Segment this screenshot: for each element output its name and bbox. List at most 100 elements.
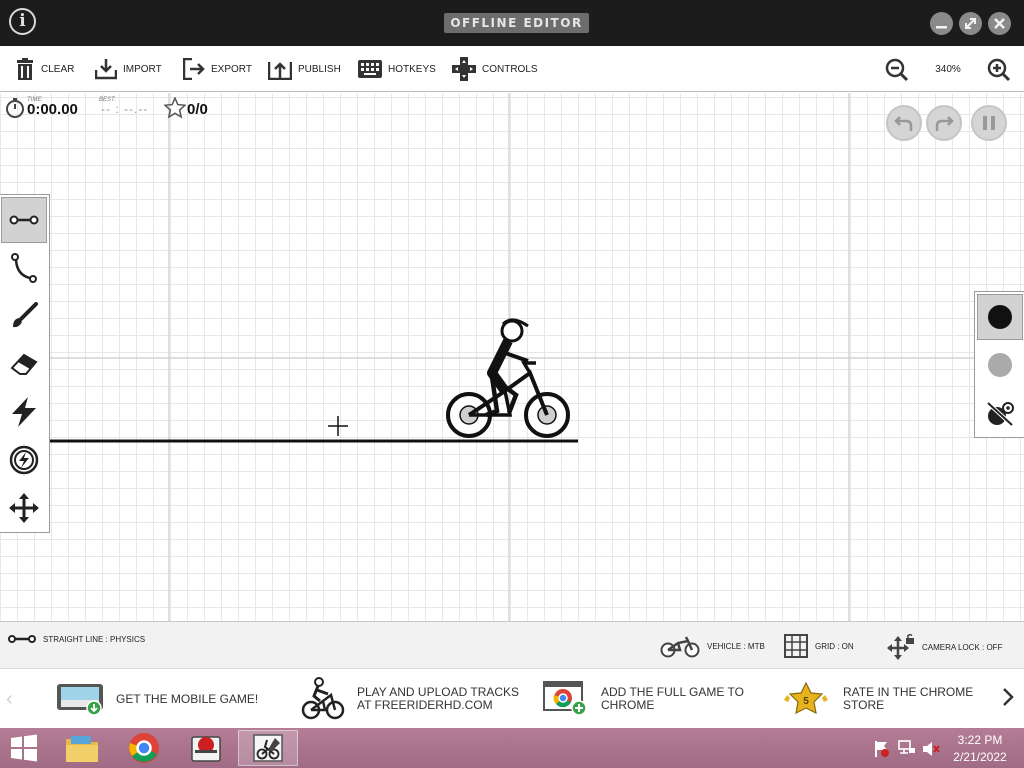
promo-rate[interactable]: 5 RATE IN THE CHROME STORE — [781, 676, 973, 722]
pause-button[interactable] — [971, 105, 1007, 141]
editor-app-icon — [253, 734, 283, 762]
promo-chrome-text: ADD THE FULL GAME TO CHROME — [601, 686, 744, 712]
grid-toggle[interactable]: GRID : ON — [784, 634, 854, 658]
taskbar-chrome[interactable] — [114, 730, 174, 766]
close-button[interactable] — [988, 12, 1011, 35]
scenery-line-option[interactable] — [977, 342, 1023, 388]
boost-tool[interactable] — [1, 437, 47, 483]
status-bar: STRAIGHT LINE : PHYSICS VEHICLE : MTB GR… — [0, 621, 1024, 668]
current-tool-label: STRAIGHT LINE : PHYSICS — [43, 634, 146, 644]
line-type-palette — [974, 291, 1024, 438]
tool-palette — [0, 194, 50, 533]
volume-muted-icon[interactable] — [922, 740, 940, 758]
dpad-icon — [452, 57, 476, 81]
track-canvas[interactable] — [0, 93, 1024, 621]
zoom-in-icon — [987, 58, 1011, 82]
vehicle-toggle[interactable]: VEHICLE : MTB — [660, 634, 765, 658]
scenery-color-swatch — [988, 353, 1012, 377]
stars-count: 0/0 — [187, 101, 208, 118]
bike-icon — [660, 636, 700, 658]
network-icon[interactable] — [898, 740, 916, 758]
powerup-tool[interactable] — [1, 389, 47, 435]
eraser-settings-icon — [986, 401, 1014, 427]
promo-upload-line2: AT FREERIDERHD.COM — [357, 698, 493, 712]
taskbar-offline-editor[interactable] — [238, 730, 298, 766]
undo-button[interactable] — [886, 105, 922, 141]
straight-line-icon — [9, 215, 39, 225]
stopwatch-icon — [6, 98, 24, 118]
boost-icon — [9, 445, 39, 475]
eraser-icon — [10, 353, 38, 375]
lightning-icon — [12, 397, 36, 427]
eraser-settings-option[interactable] — [977, 390, 1023, 436]
hotkeys-label: HOTKEYS — [388, 63, 436, 75]
import-label: IMPORT — [123, 63, 162, 75]
time-value: 0:00.00 — [27, 101, 78, 118]
zoom-out-button[interactable] — [885, 58, 909, 87]
redo-button[interactable] — [926, 105, 962, 141]
controls-button[interactable]: CONTROLS — [452, 56, 538, 82]
info-icon[interactable]: i — [9, 8, 36, 35]
camera-lock-toggle[interactable]: CAMERA LOCK : OFF — [887, 634, 1002, 660]
app-title: OFFLINE EDITOR — [444, 13, 589, 33]
grid-label: GRID : ON — [815, 641, 854, 651]
hotkeys-button[interactable]: HOTKEYS — [358, 56, 436, 82]
minimize-icon — [936, 26, 947, 29]
promo-upload[interactable]: PLAY AND UPLOAD TRACKS AT FREERIDERHD.CO… — [301, 676, 519, 722]
store-app-icon — [191, 736, 221, 762]
clock-time[interactable]: 3:22 PM — [945, 733, 1015, 747]
minimize-button[interactable] — [930, 12, 953, 35]
publish-icon — [268, 62, 292, 80]
action-center-flag-icon[interactable] — [874, 740, 890, 758]
maximize-button[interactable] — [959, 12, 982, 35]
controls-label: CONTROLS — [482, 63, 538, 75]
export-label: EXPORT — [211, 63, 252, 75]
crosshair-cursor — [328, 416, 348, 436]
zoom-in-button[interactable] — [987, 58, 1011, 87]
import-icon — [95, 59, 117, 80]
folder-icon — [66, 736, 98, 762]
keyboard-icon — [358, 60, 382, 78]
publish-label: PUBLISH — [298, 63, 341, 75]
promo-chrome[interactable]: ADD THE FULL GAME TO CHROME — [543, 676, 744, 722]
physics-color-swatch — [988, 305, 1012, 329]
physics-line-option[interactable] — [977, 294, 1023, 340]
start-button[interactable] — [0, 730, 48, 766]
curve-tool[interactable] — [1, 245, 47, 291]
brush-tool[interactable] — [1, 293, 47, 339]
publish-button[interactable]: PUBLISH — [268, 56, 341, 82]
promo-mobile[interactable]: GET THE MOBILE GAME! — [56, 676, 258, 722]
clock-date[interactable]: 2/21/2022 — [945, 750, 1015, 764]
straight-line-icon — [8, 635, 36, 643]
promo-next-button[interactable] — [1000, 685, 1016, 714]
taskbar-file-explorer[interactable] — [52, 730, 112, 766]
taskbar-app-store[interactable] — [176, 730, 236, 766]
promo-chrome-line2: CHROME — [601, 698, 655, 712]
clear-label: CLEAR — [41, 63, 75, 75]
rider-icon — [301, 677, 345, 720]
vehicle-label: VEHICLE : MTB — [707, 641, 765, 651]
trash-icon — [17, 58, 33, 80]
chevron-right-icon — [1003, 688, 1014, 706]
camera-lock-icon — [887, 634, 914, 660]
promo-prev-button[interactable]: ‹ — [6, 688, 13, 711]
pause-icon — [983, 116, 995, 130]
title-bar: i OFFLINE EDITOR — [0, 0, 1024, 46]
straight-line-tool[interactable] — [1, 197, 47, 243]
import-button[interactable]: IMPORT — [95, 56, 162, 82]
star-icon — [164, 97, 186, 119]
chrome-icon — [129, 733, 159, 763]
export-button[interactable]: EXPORT — [183, 56, 252, 82]
export-icon — [183, 58, 205, 80]
promo-rate-line2: STORE — [843, 698, 885, 712]
track-drawing — [50, 318, 578, 443]
eraser-tool[interactable] — [1, 341, 47, 387]
current-tool-status: STRAIGHT LINE : PHYSICS — [8, 634, 145, 644]
promo-mobile-label: GET THE MOBILE GAME! — [116, 691, 259, 706]
clear-button[interactable]: CLEAR — [15, 56, 74, 82]
promo-upload-text: PLAY AND UPLOAD TRACKS AT FREERIDERHD.CO… — [357, 686, 519, 712]
move-tool[interactable] — [1, 485, 47, 531]
star-rating-icon: 5 — [784, 682, 828, 715]
promo-rate-text: RATE IN THE CHROME STORE — [843, 686, 973, 712]
curve-icon — [11, 253, 37, 283]
